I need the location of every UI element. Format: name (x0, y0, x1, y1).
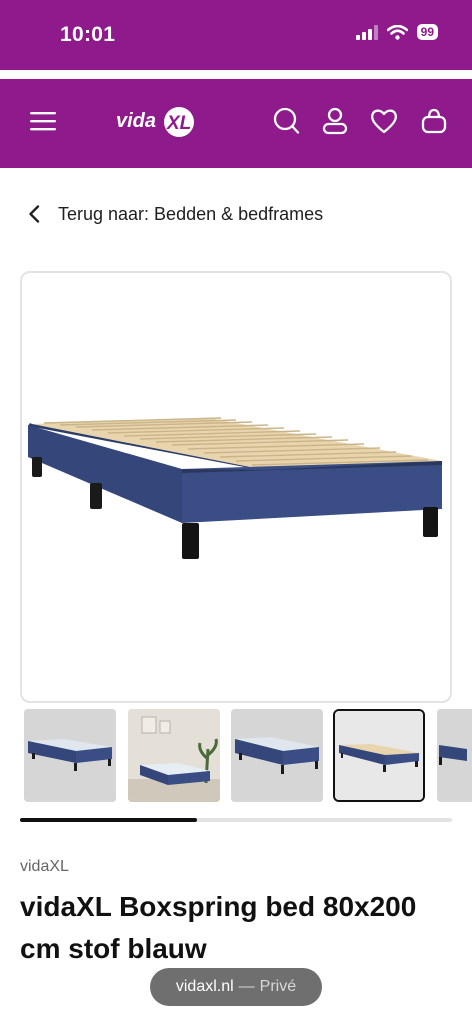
status-icons: 99 (355, 24, 438, 40)
breadcrumb-back[interactable]: Terug naar: Bedden & bedframes (28, 200, 323, 228)
thumbnail-strip[interactable] (24, 709, 472, 804)
bed-image (28, 417, 442, 559)
svg-text:XL: XL (166, 113, 191, 134)
browser-mode: Privé (259, 978, 297, 995)
wifi-icon (386, 24, 408, 40)
account-icon[interactable] (322, 107, 348, 135)
search-icon[interactable] (273, 107, 300, 135)
vidaxl-logo[interactable]: vida XL (116, 101, 196, 141)
thumbnail-4-selected[interactable] (333, 709, 425, 802)
thumbnail-3[interactable] (231, 709, 323, 802)
svg-text:vida: vida (116, 110, 156, 132)
gallery-scroll-track (20, 818, 452, 822)
thumbnail-2[interactable] (128, 709, 220, 802)
status-divider (0, 70, 472, 79)
product-main-image[interactable] (20, 271, 452, 703)
product-brand[interactable]: vidaXL (20, 858, 69, 876)
battery-icon: 99 (416, 24, 438, 40)
browser-url-separator: — (238, 978, 255, 995)
browser-url: vidaxl.nl (175, 978, 234, 995)
chevron-left-icon (29, 205, 40, 223)
signal-icon (355, 24, 378, 40)
gallery-scroll-indicator (20, 818, 198, 822)
status-bar: 10:01 99 (0, 0, 472, 70)
browser-url-pill[interactable]: vidaxl.nl — Privé (150, 968, 322, 1006)
thumbnail-1[interactable] (24, 709, 116, 802)
product-title: vidaXL Boxspring bed 80x200 cm stof blau… (20, 891, 417, 964)
wishlist-icon[interactable] (370, 107, 398, 135)
status-time: 10:01 (60, 23, 116, 46)
thumbnail-5[interactable] (437, 709, 472, 802)
breadcrumb-label: Terug naar: Bedden & bedframes (58, 203, 324, 224)
header-icons (273, 107, 448, 135)
site-header: vida XL (0, 79, 472, 168)
menu-icon[interactable] (30, 110, 56, 132)
cart-icon[interactable] (420, 107, 448, 135)
